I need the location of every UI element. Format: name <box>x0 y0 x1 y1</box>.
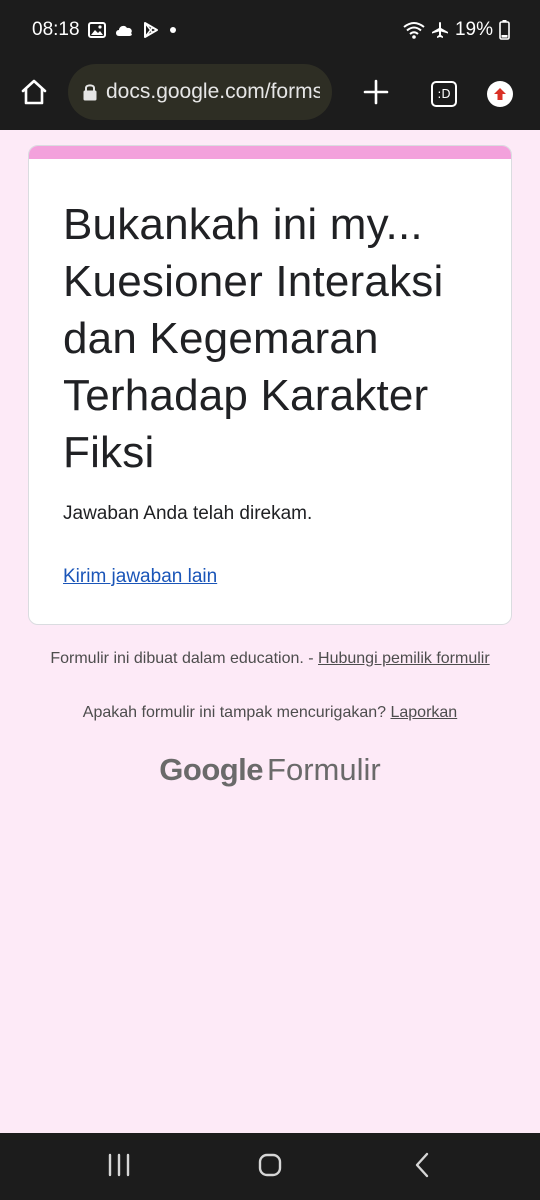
status-time: 08:18 <box>32 19 80 40</box>
battery-icon <box>499 20 510 40</box>
back-icon <box>412 1152 432 1183</box>
home-nav-button[interactable] <box>250 1147 290 1187</box>
home-nav-icon <box>257 1152 283 1183</box>
footer-created-text: Formulir ini dibuat dalam education. - <box>50 650 319 667</box>
wifi-icon <box>403 21 425 39</box>
report-link[interactable]: Laporkan <box>390 704 457 721</box>
footer-created-notice: Formulir ini dibuat dalam education. - H… <box>40 648 500 669</box>
more-notifications-dot-icon <box>168 25 178 35</box>
status-left: 08:18 <box>32 18 178 42</box>
new-tab-button[interactable] <box>352 70 400 118</box>
status-bar: 08:18 19% <box>0 0 540 60</box>
footer-report-notice: Apakah formulir ini tampak mencurigakan?… <box>40 704 500 722</box>
back-button[interactable] <box>402 1147 442 1187</box>
gallery-notification-icon <box>87 21 106 39</box>
confirmation-message: Jawaban Anda telah direkam. <box>63 503 313 524</box>
cloud-notification-icon <box>114 22 134 38</box>
lock-icon <box>82 82 98 102</box>
tab-switcher-button[interactable]: :D <box>420 70 468 118</box>
recent-apps-icon <box>106 1153 132 1182</box>
update-icon <box>487 81 513 107</box>
address-bar[interactable]: docs.google.com/forms <box>68 64 332 120</box>
google-forms-logo[interactable]: Google Formulir <box>0 752 540 788</box>
update-button[interactable] <box>476 70 524 118</box>
browser-toolbar: docs.google.com/forms :D <box>0 60 540 130</box>
url-text: docs.google.com/forms <box>106 80 320 103</box>
recent-apps-button[interactable] <box>99 1147 139 1187</box>
home-icon <box>20 78 48 111</box>
home-button[interactable] <box>10 70 58 118</box>
battery-percent: 19% <box>454 19 493 40</box>
system-nav-bar <box>0 1133 540 1200</box>
contact-owner-link[interactable]: Hubungi pemilik formulir <box>318 650 490 667</box>
footer-suspicious-text: Apakah formulir ini tampak mencurigakan? <box>82 704 391 721</box>
brand-formulir: Formulir <box>267 752 381 787</box>
airplane-mode-icon <box>431 21 449 39</box>
response-card: Bukankah ini my... Kuesioner Interaksi d… <box>28 145 512 625</box>
submit-another-response-link[interactable]: Kirim jawaban lain <box>63 566 217 588</box>
form-title: Bukankah ini my... Kuesioner Interaksi d… <box>63 200 444 477</box>
plus-icon <box>363 79 389 110</box>
tab-count: :D <box>431 81 457 107</box>
brand-google: Google <box>159 752 264 787</box>
play-store-notification-icon <box>142 21 160 39</box>
card-accent-bar <box>29 146 511 159</box>
status-right: 19% <box>403 18 510 42</box>
